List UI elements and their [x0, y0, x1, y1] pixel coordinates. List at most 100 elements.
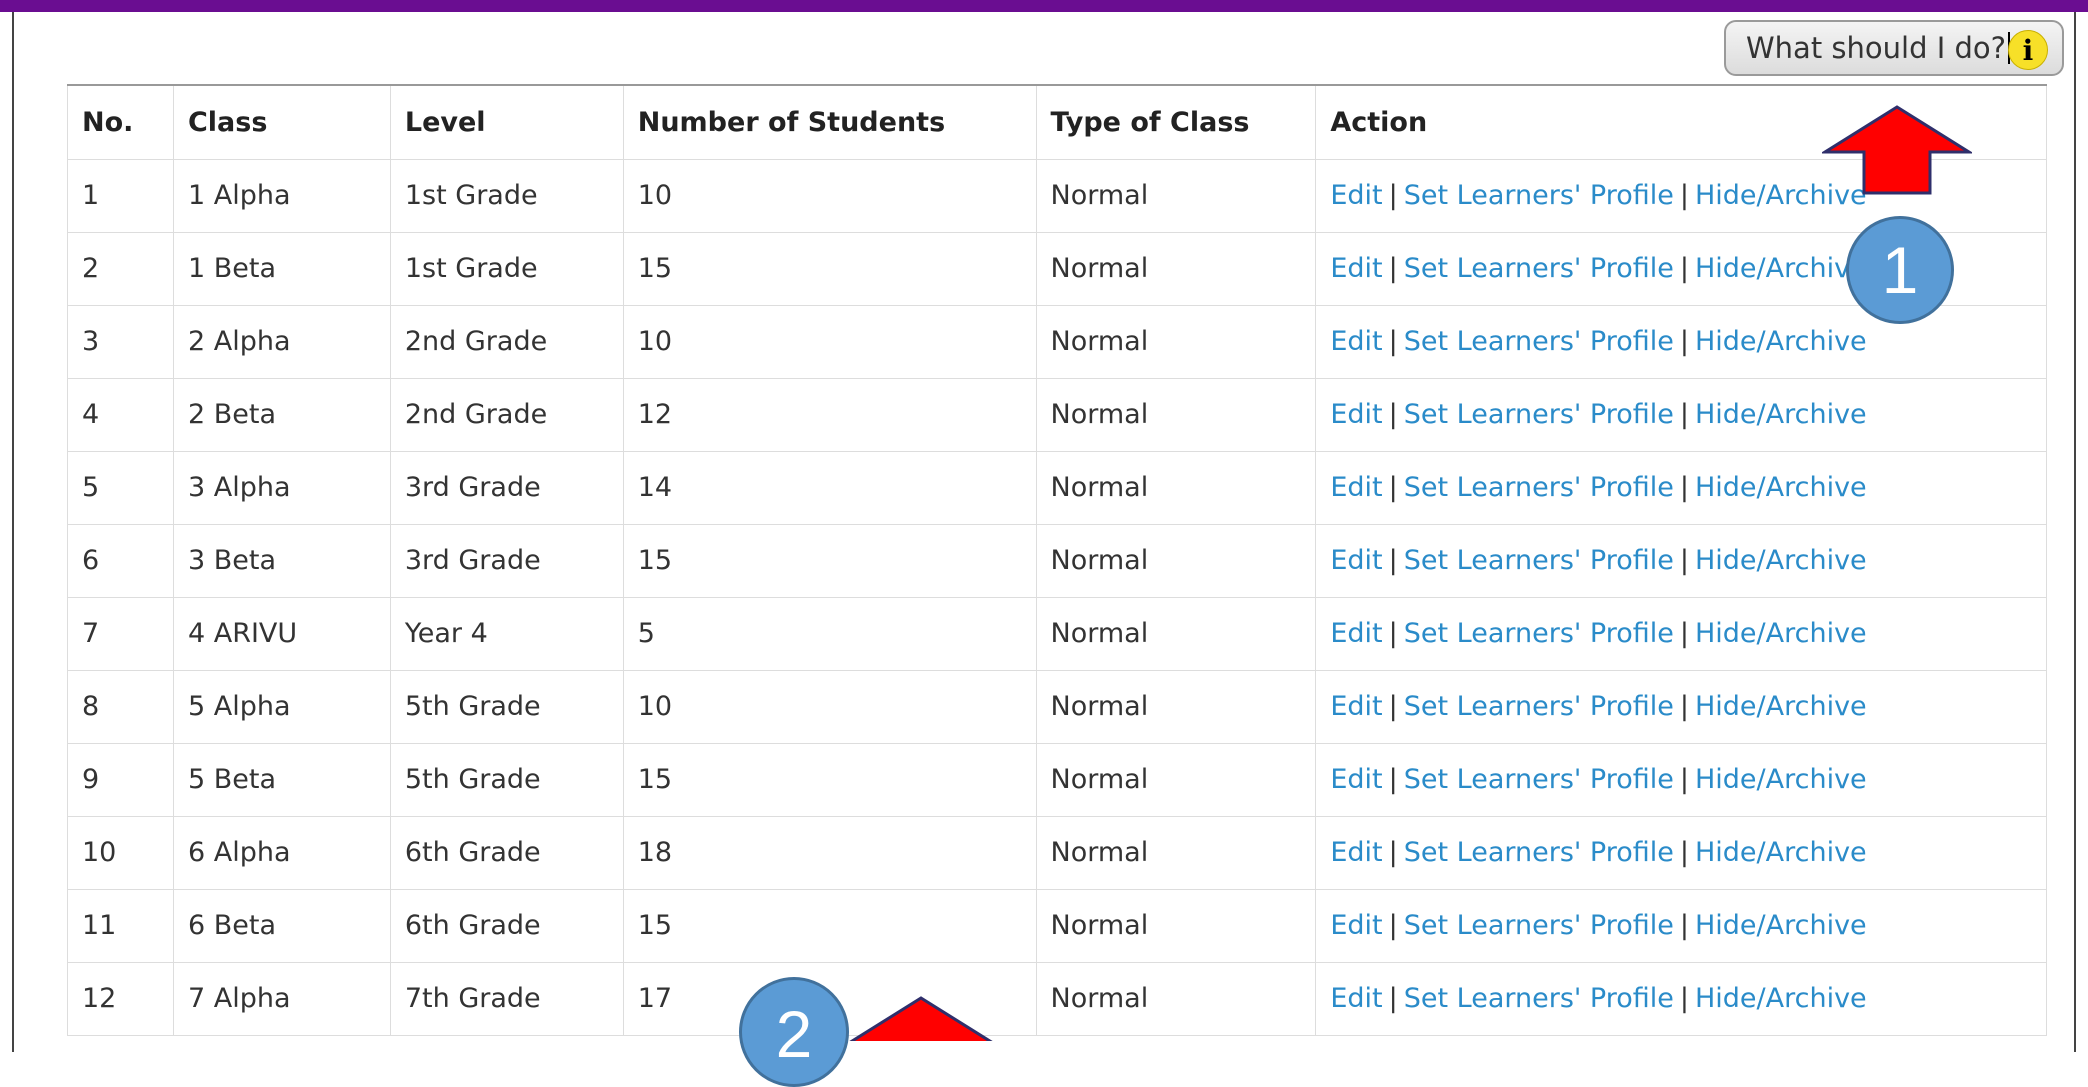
- cell-level: 2nd Grade: [389, 304, 624, 379]
- cell-no: 12: [67, 961, 174, 1036]
- action-separator: |: [1679, 253, 1689, 284]
- step-badge-1: 1: [1846, 216, 1954, 324]
- action-separator: |: [1388, 618, 1398, 649]
- column-header-students: Number of Students: [622, 84, 1037, 160]
- edit-link[interactable]: Edit: [1330, 910, 1382, 941]
- cell-level: 6th Grade: [389, 815, 624, 890]
- cell-action: Edit | Set Learners' Profile | Hide/Archive: [1315, 815, 2047, 890]
- set-learners-profile-link[interactable]: Set Learners' Profile: [1404, 326, 1674, 357]
- hide-archive-link[interactable]: Hide/Archive: [1695, 618, 1867, 649]
- cell-level: 7th Grade: [389, 961, 624, 1036]
- cell-type: Normal: [1035, 231, 1317, 306]
- action-separator: |: [1679, 764, 1689, 795]
- hide-archive-link[interactable]: Hide/Archive: [1695, 910, 1867, 941]
- cell-level: 1st Grade: [389, 158, 624, 233]
- cell-class: 2 Alpha: [172, 304, 391, 379]
- action-separator: |: [1388, 326, 1398, 357]
- cell-action: Edit | Set Learners' Profile | Hide/Archive: [1315, 304, 2047, 379]
- cell-type: Normal: [1035, 304, 1317, 379]
- action-separator: |: [1679, 983, 1689, 1014]
- set-learners-profile-link[interactable]: Set Learners' Profile: [1404, 618, 1674, 649]
- column-header-level: Level: [389, 84, 624, 160]
- hide-archive-link[interactable]: Hide/Archive: [1695, 764, 1867, 795]
- cell-class: 2 Beta: [172, 377, 391, 452]
- cell-type: Normal: [1035, 742, 1317, 817]
- cell-students: 15: [622, 888, 1037, 963]
- table-body: 11 Alpha 1st Grade 10 Normal Edit | Set Learne…: [67, 158, 2047, 1036]
- column-header-class: Class: [172, 84, 391, 160]
- table-row: 10 6 Alpha 6th Grade 18 Normal Edit | Set Learn…: [67, 815, 2047, 890]
- set-learners-profile-link[interactable]: Set Learners' Profile: [1404, 180, 1674, 211]
- edit-link[interactable]: Edit: [1330, 983, 1382, 1014]
- top-accent-bar: [0, 0, 2088, 12]
- cell-action: Edit | Set Learners' Profile | Hide/Archive: [1315, 377, 2047, 452]
- set-learners-profile-link[interactable]: Set Learners' Profile: [1404, 983, 1674, 1014]
- cell-students: 15: [622, 742, 1037, 817]
- cell-type: Normal: [1035, 888, 1317, 963]
- cell-type: Normal: [1035, 158, 1317, 233]
- column-header-no: No.: [67, 84, 174, 160]
- edit-link[interactable]: Edit: [1330, 472, 1382, 503]
- action-separator: |: [1388, 472, 1398, 503]
- set-learners-profile-link[interactable]: Set Learners' Profile: [1404, 764, 1674, 795]
- action-separator: |: [1679, 910, 1689, 941]
- cell-action: Edit | Set Learners' Profile | Hide/Archive: [1315, 523, 2047, 598]
- hide-archive-link[interactable]: Hide/Archive: [1695, 472, 1867, 503]
- cell-class: 6 Alpha: [172, 815, 391, 890]
- set-learners-profile-link[interactable]: Set Learners' Profile: [1404, 910, 1674, 941]
- cell-students: 10: [622, 158, 1037, 233]
- cell-level: 6th Grade: [389, 888, 624, 963]
- cell-students: 14: [622, 450, 1037, 525]
- action-separator: |: [1679, 399, 1689, 430]
- edit-link[interactable]: Edit: [1330, 618, 1382, 649]
- set-learners-profile-link[interactable]: Set Learners' Profile: [1404, 837, 1674, 868]
- set-learners-profile-link[interactable]: Set Learners' Profile: [1404, 691, 1674, 722]
- cell-no: 3: [67, 304, 174, 379]
- edit-link[interactable]: Edit: [1330, 180, 1382, 211]
- cell-no: 8: [67, 669, 174, 744]
- action-separator: |: [1679, 837, 1689, 868]
- action-separator: |: [1388, 983, 1398, 1014]
- edit-link[interactable]: Edit: [1330, 253, 1382, 284]
- action-separator: |: [1679, 618, 1689, 649]
- action-separator: |: [1388, 910, 1398, 941]
- edit-link[interactable]: Edit: [1330, 691, 1382, 722]
- cell-no: 5: [67, 450, 174, 525]
- cell-level: 3rd Grade: [389, 450, 624, 525]
- edit-link[interactable]: Edit: [1330, 764, 1382, 795]
- set-learners-profile-link[interactable]: Set Learners' Profile: [1404, 472, 1674, 503]
- cell-type: Normal: [1035, 961, 1317, 1036]
- edit-link[interactable]: Edit: [1330, 399, 1382, 430]
- cell-action: Edit | Set Learners' Profile | Hide/Archive: [1315, 961, 2047, 1036]
- edit-link[interactable]: Edit: [1330, 326, 1382, 357]
- table-row: 32 Alpha 2nd Grade 10 Normal Edit | Set Learne…: [67, 304, 2047, 379]
- set-learners-profile-link[interactable]: Set Learners' Profile: [1404, 253, 1674, 284]
- what-should-i-do-button[interactable]: What should I do? i: [1724, 20, 2064, 76]
- hide-archive-link[interactable]: Hide/Archive: [1695, 253, 1867, 284]
- cell-level: 3rd Grade: [389, 523, 624, 598]
- cell-class: 5 Alpha: [172, 669, 391, 744]
- cell-students: 18: [622, 815, 1037, 890]
- cell-class: 3 Beta: [172, 523, 391, 598]
- table-header-row: No. Class Level Number of Students Type …: [67, 84, 2047, 160]
- cell-level: 1st Grade: [389, 231, 624, 306]
- cell-type: Normal: [1035, 377, 1317, 452]
- edit-link[interactable]: Edit: [1330, 837, 1382, 868]
- action-separator: |: [1388, 180, 1398, 211]
- table-row: 74 ARIVU Year 4 5 Normal Edit | Set Learners' …: [67, 596, 2047, 671]
- cell-students: 15: [622, 523, 1037, 598]
- action-separator: |: [1388, 399, 1398, 430]
- action-separator: |: [1388, 545, 1398, 576]
- set-learners-profile-link[interactable]: Set Learners' Profile: [1404, 545, 1674, 576]
- cell-type: Normal: [1035, 596, 1317, 671]
- cell-no: 6: [67, 523, 174, 598]
- step-badge-2: 2: [739, 977, 849, 1087]
- edit-link[interactable]: Edit: [1330, 545, 1382, 576]
- hide-archive-link[interactable]: Hide/Archive: [1695, 983, 1867, 1014]
- hide-archive-link[interactable]: Hide/Archive: [1695, 837, 1867, 868]
- hide-archive-link[interactable]: Hide/Archive: [1695, 399, 1867, 430]
- hide-archive-link[interactable]: Hide/Archive: [1695, 691, 1867, 722]
- hide-archive-link[interactable]: Hide/Archive: [1695, 326, 1867, 357]
- set-learners-profile-link[interactable]: Set Learners' Profile: [1404, 399, 1674, 430]
- hide-archive-link[interactable]: Hide/Archive: [1695, 545, 1867, 576]
